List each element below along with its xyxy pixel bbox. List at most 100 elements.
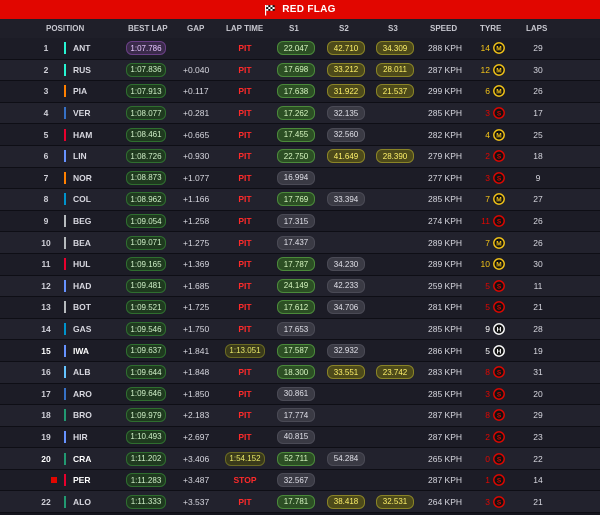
team-color-bar <box>64 85 66 98</box>
col-laps[interactable]: LAPS <box>526 24 547 33</box>
sector-s2: 38.418 <box>327 494 365 509</box>
driver-code[interactable]: BRO <box>73 410 92 420</box>
table-row[interactable]: 3 PIA 1:07.913 +0.117 PIT 17.638 31.922 21.537 2… <box>0 81 600 103</box>
driver-code[interactable]: IWA <box>73 346 89 356</box>
table-row[interactable]: 10 BEA 1:09.071 +1.275 PIT 17.437 289 KPH 7 M 26 <box>0 232 600 254</box>
gap: +1.850 <box>183 388 210 399</box>
lap-time: PIT <box>238 259 252 270</box>
table-row[interactable]: 1 ANT 1:07.786 PIT 22.047 42.710 34.309 288 KPH… <box>0 38 600 60</box>
col-s2[interactable]: S2 <box>339 24 349 33</box>
driver-code[interactable]: NOR <box>73 173 92 183</box>
driver-code[interactable]: GAS <box>73 324 91 334</box>
driver-code[interactable]: PIA <box>73 86 87 96</box>
driver-code[interactable]: ALB <box>73 367 90 377</box>
tyre-age: 5 <box>485 345 490 356</box>
sector-s1: 17.653 <box>277 322 315 337</box>
table-row[interactable]: 9 BEG 1:09.054 +1.258 PIT 17.315 274 KPH 11 S 26 <box>0 210 600 233</box>
driver-code[interactable]: LIN <box>73 151 87 161</box>
table-row[interactable]: 7 NOR 1:08.873 +1.077 PIT 16.994 277 KPH 3 S 9 <box>0 167 600 190</box>
best-lap: 1:08.873 <box>126 170 166 185</box>
table-row[interactable]: 5 HAM 1:08.461 +0.665 PIT 17.455 32.560 282 KPH… <box>0 124 600 146</box>
table-row[interactable]: 19 HIR 1:10.493 +2.697 PIT 40.815 287 KPH 2 S 23 <box>0 426 600 449</box>
table-row[interactable]: 4 VER 1:08.077 +0.281 PIT 17.262 32.135 285 KPH… <box>0 102 600 125</box>
sector-s2: 34.230 <box>327 257 365 272</box>
sector-s1: 18.300 <box>277 365 315 380</box>
table-row[interactable]: 20 CRA 1:11.202 +3.406 1:54.152 52.711 54.284 2… <box>0 448 600 470</box>
driver-code[interactable]: ANT <box>73 43 90 53</box>
table-row[interactable]: 2 RUS 1:07.836 +0.040 PIT 17.698 33.212 28.011 2… <box>0 59 600 82</box>
table-row[interactable]: 16 ALB 1:09.644 +1.848 PIT 18.300 33.551 23.742… <box>0 361 600 384</box>
table-row[interactable]: 11 HUL 1:09.165 +1.369 PIT 17.787 34.230 289 KP… <box>0 253 600 276</box>
position: 4 <box>43 108 49 119</box>
gap: +1.077 <box>183 172 210 183</box>
table-row[interactable]: 17 ARO 1:09.646 +1.850 PIT 30.861 285 KPH 3 S 20 <box>0 383 600 406</box>
table-row[interactable]: 6 LIN 1:08.726 +0.930 PIT 22.750 41.649 28.390 2… <box>0 145 600 168</box>
laps: 18 <box>533 151 543 162</box>
driver-code[interactable]: HAM <box>73 130 92 140</box>
tyre-soft-icon: S <box>493 474 505 487</box>
laps: 11 <box>533 280 543 291</box>
driver-code[interactable]: HIR <box>73 432 88 442</box>
table-row[interactable]: 18 BRO 1:09.979 +2.183 PIT 17.774 287 KPH 8 S 29 <box>0 405 600 427</box>
driver-code[interactable]: BOT <box>73 302 91 312</box>
tyre-medium-icon: M <box>493 236 505 249</box>
tyre-soft-icon: S <box>493 495 505 508</box>
driver-code[interactable]: RUS <box>73 65 91 75</box>
driver-code[interactable]: HUL <box>73 259 90 269</box>
col-s3[interactable]: S3 <box>388 24 398 33</box>
col-gap[interactable]: GAP <box>187 24 204 33</box>
team-color-bar <box>64 279 66 292</box>
best-lap: 1:11.283 <box>126 473 166 488</box>
team-color-bar <box>64 323 66 336</box>
laps: 23 <box>533 431 543 442</box>
sector-s1: 17.437 <box>277 235 315 250</box>
driver-code[interactable]: ARO <box>73 389 92 399</box>
tyre-medium-icon: M <box>493 42 505 55</box>
tyre-age: 14 <box>480 43 490 54</box>
table-row[interactable]: 22 ALO 1:11.333 +3.537 PIT 17.781 38.418 32.531… <box>0 491 600 514</box>
gap: +1.166 <box>183 194 210 205</box>
table-row[interactable]: 14 GAS 1:09.546 +1.750 PIT 17.653 285 KPH 9 H 28 <box>0 318 600 341</box>
table-row[interactable]: 8 COL 1:08.962 +1.166 PIT 17.769 33.394 285 KPH… <box>0 189 600 211</box>
col-best-lap[interactable]: BEST LAP <box>128 24 168 33</box>
table-row[interactable]: 15 IWA 1:09.637 +1.841 1:13.051 17.587 32.932 2… <box>0 340 600 362</box>
driver-code[interactable]: HAD <box>73 281 91 291</box>
best-lap: 1:09.979 <box>126 408 166 423</box>
col-position[interactable]: POSITION <box>46 24 84 33</box>
sector-s1: 22.047 <box>277 41 315 56</box>
position: 13 <box>41 302 51 313</box>
driver-code[interactable]: VER <box>73 108 90 118</box>
lap-time: PIT <box>238 431 252 442</box>
table-row[interactable]: 12 HAD 1:09.481 +1.685 PIT 24.149 42.233 259 KP… <box>0 275 600 298</box>
driver-code[interactable]: COL <box>73 194 91 204</box>
driver-code[interactable]: CRA <box>73 454 91 464</box>
laps: 21 <box>533 496 543 507</box>
lap-time: PIT <box>238 194 252 205</box>
tyre-soft-icon: S <box>493 409 505 422</box>
best-lap: 1:09.521 <box>126 300 166 315</box>
col-tyre[interactable]: TYRE <box>480 24 501 33</box>
col-lap-time[interactable]: LAP TIME <box>226 24 263 33</box>
col-speed[interactable]: SPEED <box>430 24 457 33</box>
svg-text:S: S <box>497 413 502 420</box>
table-row[interactable]: 13 BOT 1:09.521 +1.725 PIT 17.612 34.706 281 KP… <box>0 297 600 319</box>
position: 5 <box>43 129 49 140</box>
sector-s1: 40.815 <box>277 429 315 444</box>
team-color-bar <box>64 366 66 379</box>
table-row[interactable]: PER 1:11.283 +3.487 STOP 32.567 287 KPH 1 S 14 <box>0 469 600 492</box>
tyre-age: 5 <box>485 280 490 291</box>
driver-code[interactable]: BEA <box>73 238 91 248</box>
tyre-age: 3 <box>485 496 490 507</box>
svg-text:S: S <box>497 456 502 463</box>
driver-code[interactable]: PER <box>73 475 90 485</box>
driver-code[interactable]: ALO <box>73 497 91 507</box>
lap-time: PIT <box>238 280 252 291</box>
svg-text:M: M <box>496 67 501 74</box>
col-s1[interactable]: S1 <box>289 24 299 33</box>
speed: 282 KPH <box>428 129 463 140</box>
driver-code[interactable]: BEG <box>73 216 91 226</box>
speed: 287 KPH <box>428 64 463 75</box>
lap-time: PIT <box>238 216 252 227</box>
position: 14 <box>41 324 51 335</box>
lap-time: PIT <box>238 410 252 421</box>
